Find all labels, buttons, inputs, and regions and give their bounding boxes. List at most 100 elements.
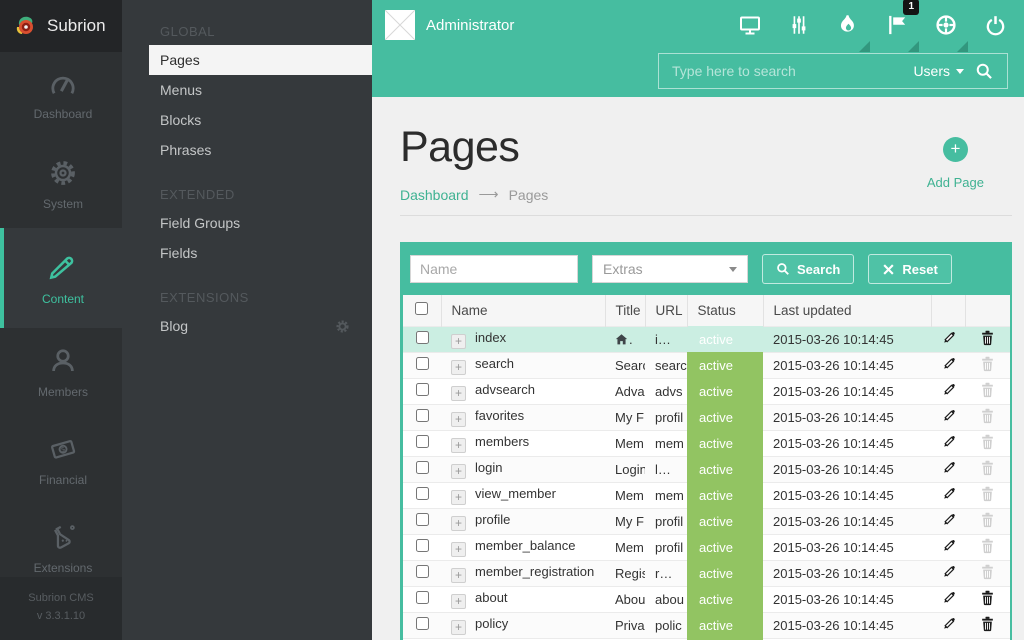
- page-name: index: [475, 330, 506, 345]
- power-icon[interactable]: [982, 12, 1008, 38]
- sidebar-item-blocks[interactable]: Blocks: [122, 105, 372, 135]
- search-scope-dropdown[interactable]: Users: [913, 63, 964, 79]
- expand-row-button[interactable]: +: [451, 594, 466, 609]
- expand-row-button[interactable]: +: [451, 464, 466, 479]
- row-checkbox[interactable]: [416, 409, 429, 422]
- edit-button[interactable]: [941, 356, 956, 371]
- breadcrumb-dashboard[interactable]: Dashboard: [400, 187, 469, 203]
- row-checkbox[interactable]: [416, 435, 429, 448]
- sidebar-item-phrases[interactable]: Phrases: [122, 135, 372, 165]
- delete-button[interactable]: [980, 538, 995, 554]
- edit-button[interactable]: [941, 564, 956, 579]
- expand-row-button[interactable]: +: [451, 334, 466, 349]
- cms-version-number: v 3.3.1.10: [0, 607, 122, 626]
- avatar[interactable]: [385, 10, 415, 40]
- page-title-cell: .: [629, 332, 633, 347]
- name-filter-input[interactable]: [410, 255, 578, 283]
- column-header-title[interactable]: Title: [605, 295, 645, 326]
- delete-button[interactable]: [980, 616, 995, 632]
- delete-button[interactable]: [980, 434, 995, 450]
- column-header-url[interactable]: URL: [645, 295, 687, 326]
- sidebar-item-fields[interactable]: Fields: [122, 238, 372, 268]
- select-all-checkbox[interactable]: [415, 302, 428, 315]
- expand-row-button[interactable]: +: [451, 620, 466, 635]
- expand-row-button[interactable]: +: [451, 542, 466, 557]
- expand-row-button[interactable]: +: [451, 412, 466, 427]
- delete-button[interactable]: [980, 512, 995, 528]
- expand-row-button[interactable]: +: [451, 386, 466, 401]
- page-name: members: [475, 434, 529, 449]
- sidebar-item-dashboard[interactable]: Dashboard: [0, 52, 122, 140]
- delete-button[interactable]: [980, 460, 995, 476]
- expand-row-button[interactable]: +: [451, 516, 466, 531]
- table-row: +advsearch Adva advs active 2015-03-26 1…: [403, 378, 1010, 404]
- search-input[interactable]: [672, 63, 903, 79]
- sidebar-item-blog[interactable]: Blog: [122, 311, 372, 341]
- row-checkbox[interactable]: [416, 513, 429, 526]
- edit-button[interactable]: [941, 382, 956, 397]
- pencil-icon: [941, 330, 956, 345]
- row-checkbox[interactable]: [416, 565, 429, 578]
- sidebar-item-content[interactable]: Content: [0, 228, 122, 328]
- delete-button[interactable]: [980, 382, 995, 398]
- status-badge: active: [687, 534, 763, 560]
- edit-button[interactable]: [941, 616, 956, 631]
- column-header-updated[interactable]: Last updated: [763, 295, 931, 326]
- expand-row-button[interactable]: +: [451, 568, 466, 583]
- row-checkbox[interactable]: [416, 461, 429, 474]
- edit-button[interactable]: [941, 434, 956, 449]
- display-icon[interactable]: [737, 12, 763, 38]
- trash-icon: [980, 512, 995, 528]
- table-row: +login Login l… active 2015-03-26 10:14:…: [403, 456, 1010, 482]
- edit-button[interactable]: [941, 512, 956, 527]
- page-name: about: [475, 590, 508, 605]
- sidebar-item-members[interactable]: Members: [0, 328, 122, 416]
- expand-row-button[interactable]: +: [451, 360, 466, 375]
- sidebar-item-menus[interactable]: Menus: [122, 75, 372, 105]
- delete-button[interactable]: [980, 356, 995, 372]
- page-url: abou: [645, 586, 687, 612]
- status-badge: active: [687, 378, 763, 404]
- reset-button[interactable]: Reset: [868, 254, 951, 284]
- flag-icon[interactable]: 1: [884, 12, 910, 38]
- search-submit-button[interactable]: [974, 61, 994, 81]
- delete-button[interactable]: [980, 408, 995, 424]
- page-url: r…: [645, 560, 687, 586]
- gear-icon[interactable]: [335, 319, 350, 334]
- search-icon: [776, 262, 790, 276]
- add-page-button[interactable]: + Add Page: [927, 137, 984, 190]
- row-checkbox[interactable]: [416, 357, 429, 370]
- page-title-cell: My F: [615, 514, 644, 529]
- expand-row-button[interactable]: +: [451, 438, 466, 453]
- sidebar-item-field-groups[interactable]: Field Groups: [122, 208, 372, 238]
- column-header-name[interactable]: Name: [441, 295, 605, 326]
- edit-button[interactable]: [941, 460, 956, 475]
- row-checkbox[interactable]: [416, 331, 429, 344]
- delete-button[interactable]: [980, 590, 995, 606]
- row-checkbox[interactable]: [416, 487, 429, 500]
- expand-row-button[interactable]: +: [451, 490, 466, 505]
- extras-select[interactable]: Extras: [592, 255, 748, 283]
- logo[interactable]: Subrion: [0, 0, 122, 52]
- column-header-status[interactable]: Status: [687, 295, 763, 326]
- edit-button[interactable]: [941, 486, 956, 501]
- sidebar-item-financial[interactable]: $ Financial: [0, 416, 122, 504]
- flame-icon[interactable]: [835, 12, 861, 38]
- row-checkbox[interactable]: [416, 617, 429, 630]
- delete-button[interactable]: [980, 330, 995, 346]
- edit-button[interactable]: [941, 330, 956, 345]
- edit-button[interactable]: [941, 408, 956, 423]
- row-checkbox[interactable]: [416, 383, 429, 396]
- sliders-icon[interactable]: [786, 12, 812, 38]
- delete-button[interactable]: [980, 486, 995, 502]
- sidebar-item-pages[interactable]: Pages: [149, 45, 372, 75]
- row-checkbox[interactable]: [416, 591, 429, 604]
- row-checkbox[interactable]: [416, 539, 429, 552]
- page-title: Pages: [400, 123, 548, 172]
- sidebar-item-system[interactable]: System: [0, 140, 122, 228]
- search-button[interactable]: Search: [762, 254, 854, 284]
- lifering-icon[interactable]: [933, 12, 959, 38]
- edit-button[interactable]: [941, 590, 956, 605]
- edit-button[interactable]: [941, 538, 956, 553]
- delete-button[interactable]: [980, 564, 995, 580]
